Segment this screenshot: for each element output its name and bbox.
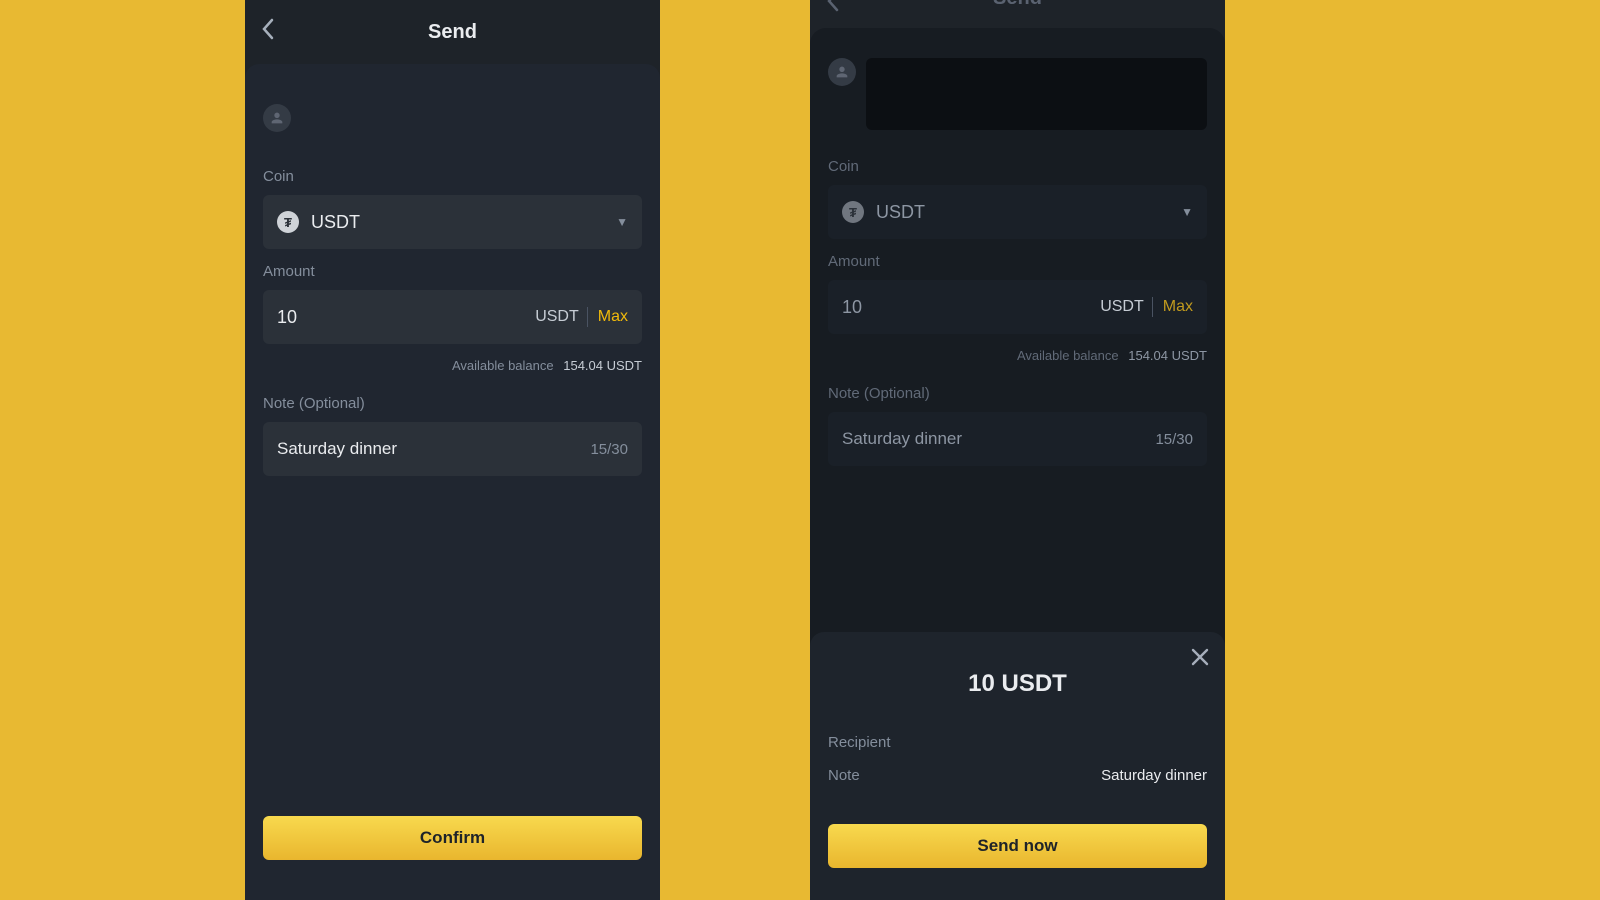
back-button[interactable] (261, 18, 275, 46)
coin-label: Coin (263, 168, 642, 185)
available-balance-label: Available balance (452, 358, 554, 373)
usdt-icon: ₮ (277, 211, 299, 233)
sheet-note-label: Note (828, 767, 860, 784)
sheet-recipient-row: Recipient (828, 734, 1207, 751)
confirm-sheet: 10 USDT Recipient Note Saturday dinner S… (810, 632, 1225, 900)
header: Send (810, 0, 1225, 28)
confirm-button-label: Confirm (420, 828, 485, 848)
note-char-count: 15/30 (590, 441, 628, 458)
recipient-avatar[interactable] (263, 104, 291, 132)
amount-field[interactable]: 10 USDT Max (263, 290, 642, 344)
back-button[interactable] (826, 0, 840, 18)
available-balance-row: Available balance 154.04 USDT (245, 358, 642, 373)
amount-unit: USDT (1100, 298, 1144, 316)
recipient-avatar (828, 58, 856, 86)
coin-selector[interactable]: ₮ USDT ▼ (263, 195, 642, 249)
available-balance-label: Available balance (1017, 348, 1119, 363)
note-input: Saturday dinner (842, 429, 1155, 449)
send-now-label: Send now (977, 836, 1057, 856)
phone-screen-confirm: Send Coin ₮ USDT ▼ Amount 10 USDT Max Av… (810, 0, 1225, 900)
recipient-entry (866, 58, 1207, 130)
amount-input: 10 (842, 297, 1100, 318)
form-card: Coin ₮ USDT ▼ Amount 10 USDT Max Availab… (245, 64, 660, 900)
amount-label: Amount (263, 263, 642, 280)
chevron-down-icon: ▼ (1181, 205, 1193, 219)
person-icon (834, 64, 850, 80)
available-balance-row: Available balance 154.04 USDT (810, 348, 1207, 363)
note-label: Note (Optional) (263, 395, 642, 412)
coin-value: USDT (311, 212, 616, 233)
note-char-count: 15/30 (1155, 431, 1193, 448)
amount-field: 10 USDT Max (828, 280, 1207, 334)
sheet-amount: 10 USDT (828, 670, 1207, 698)
note-field: Saturday dinner 15/30 (828, 412, 1207, 466)
chevron-down-icon: ▼ (616, 215, 628, 229)
header: Send (245, 0, 660, 64)
person-icon (269, 110, 285, 126)
max-button: Max (1163, 298, 1193, 316)
coin-label: Coin (828, 158, 1207, 175)
note-input[interactable]: Saturday dinner (277, 439, 590, 459)
amount-label: Amount (828, 253, 1207, 270)
close-button[interactable] (1191, 646, 1209, 672)
amount-unit: USDT (535, 308, 579, 326)
confirm-button[interactable]: Confirm (263, 816, 642, 860)
amount-input[interactable]: 10 (277, 307, 535, 328)
send-now-button[interactable]: Send now (828, 824, 1207, 868)
page-title: Send (993, 0, 1042, 10)
close-icon (1191, 648, 1209, 666)
usdt-icon: ₮ (842, 201, 864, 223)
coin-selector: ₮ USDT ▼ (828, 185, 1207, 239)
coin-value: USDT (876, 202, 1181, 223)
phone-screen-form: Send Coin ₮ USDT ▼ Amount 10 USDT Max Av… (245, 0, 660, 900)
chevron-left-icon (261, 18, 275, 40)
recipient-label: Recipient (828, 734, 891, 751)
available-balance-value: 154.04 USDT (563, 358, 642, 373)
separator (587, 307, 588, 327)
sheet-note-value: Saturday dinner (1101, 767, 1207, 784)
note-label: Note (Optional) (828, 385, 1207, 402)
separator (1152, 297, 1153, 317)
available-balance-value: 154.04 USDT (1128, 348, 1207, 363)
sheet-note-row: Note Saturday dinner (828, 767, 1207, 784)
page-title: Send (428, 21, 477, 44)
chevron-left-icon (826, 0, 840, 12)
note-field[interactable]: Saturday dinner 15/30 (263, 422, 642, 476)
max-button[interactable]: Max (598, 308, 628, 326)
